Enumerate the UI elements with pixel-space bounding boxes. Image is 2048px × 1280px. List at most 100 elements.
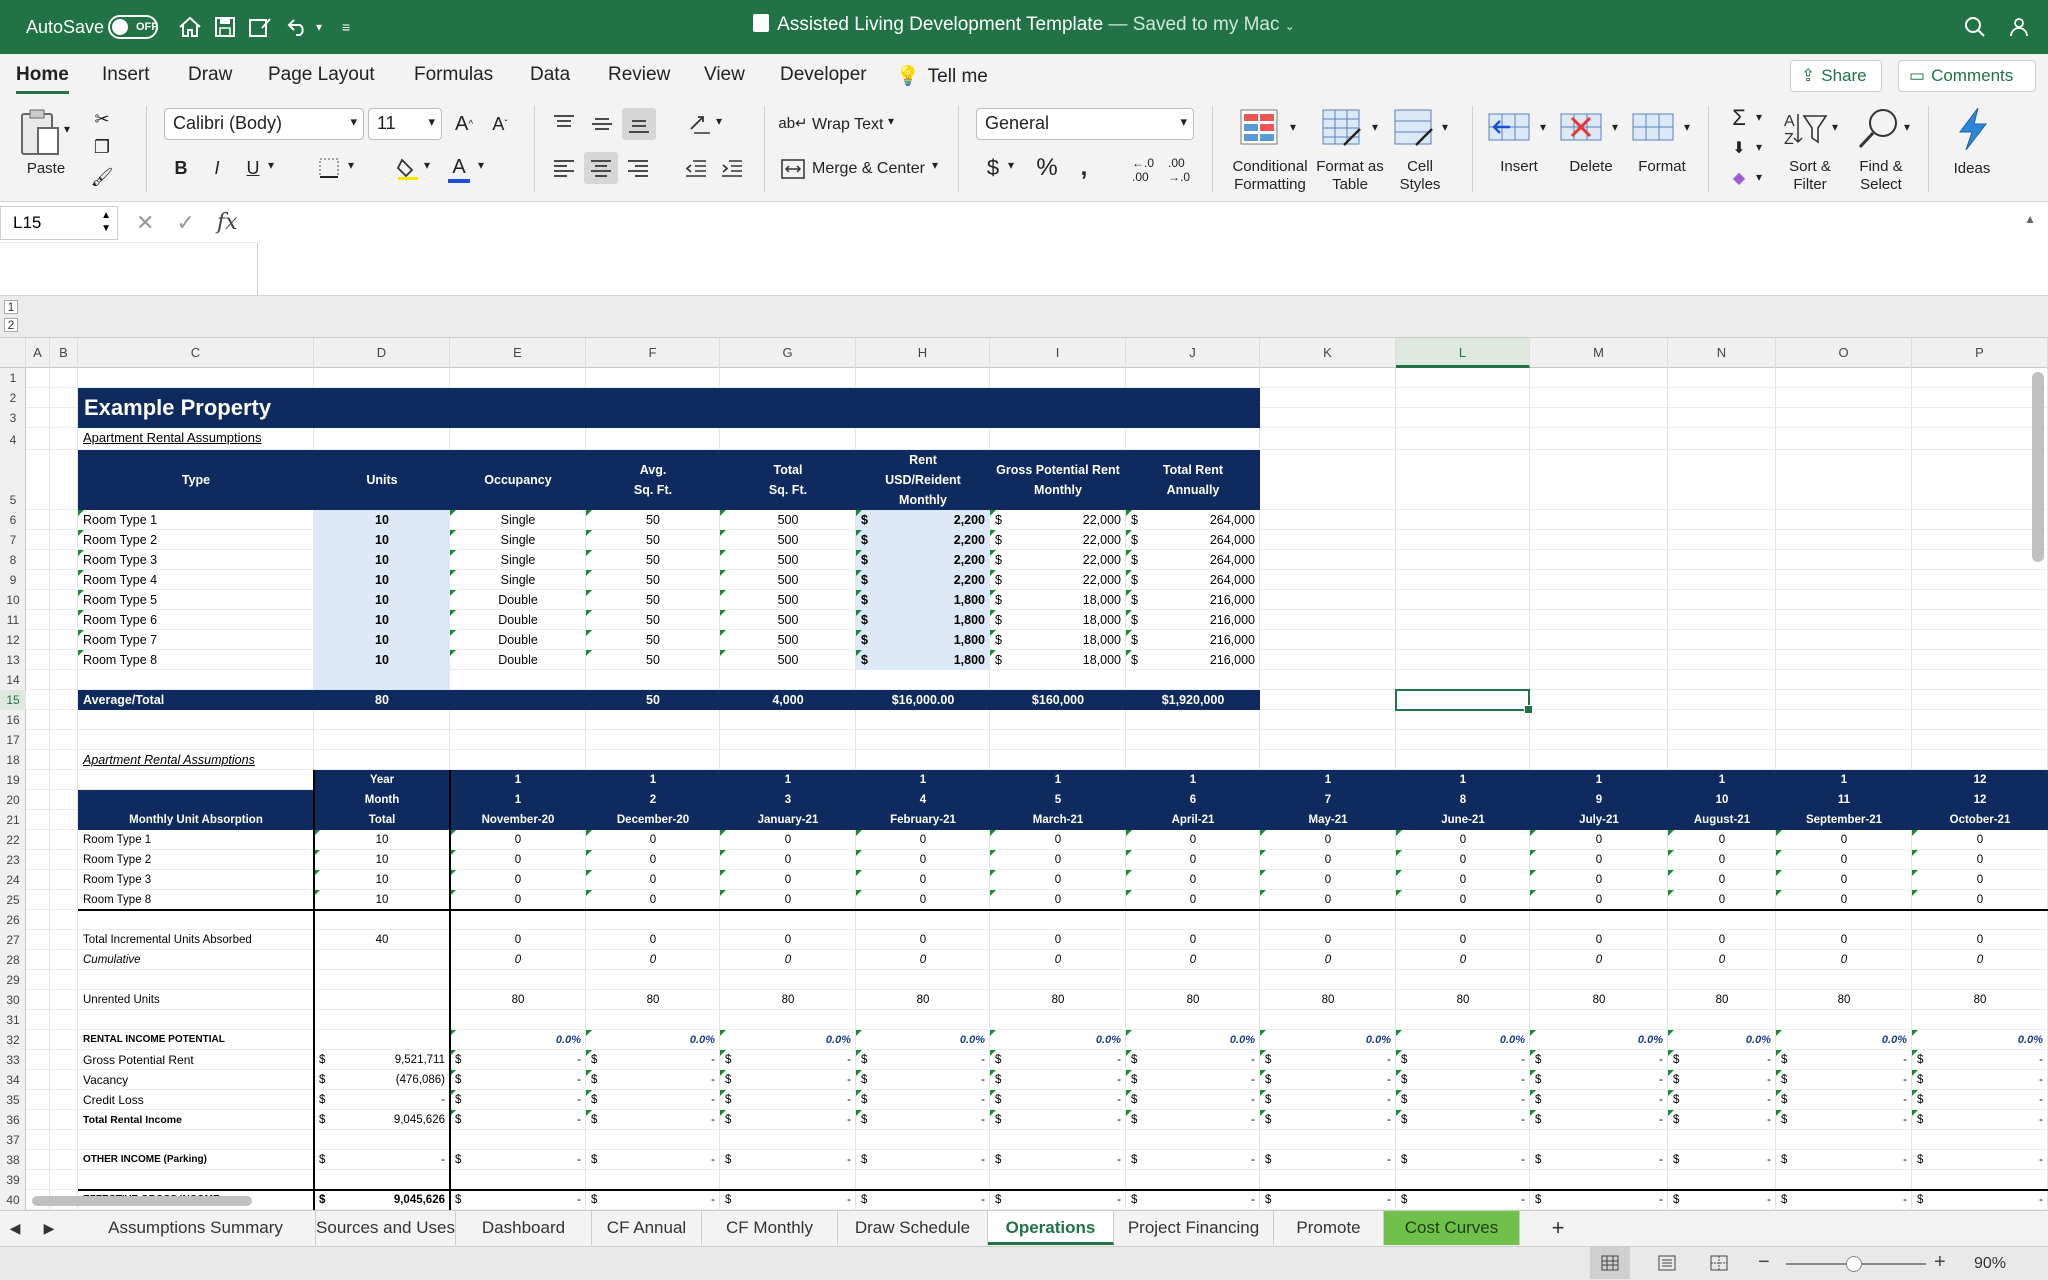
income-value[interactable]: $ - [1126,1050,1260,1070]
total-incremental-label[interactable]: Total Incremental Units Absorbed [78,930,314,950]
conditional-formatting-icon[interactable] [1240,108,1282,148]
room-type-label[interactable]: Room Type 8 [78,650,314,670]
find-select-dropdown-icon[interactable]: ▾ [1904,120,1910,134]
income-value[interactable]: $ - [1668,1070,1776,1090]
total-rent-annually-value[interactable]: $264,000 [1126,570,1260,590]
occupancy-pct-value[interactable]: 0.0% [1530,1030,1668,1050]
absorption-value[interactable]: 0 [586,870,720,890]
absorption-value[interactable]: 0 [1126,850,1260,870]
total-incremental-value[interactable]: 0 [1126,930,1260,950]
other-income-value[interactable]: $ - [1396,1150,1530,1170]
unrented-units-value[interactable]: 80 [1912,990,2048,1010]
row-header-17[interactable]: 17 [0,730,26,750]
column-header-i[interactable]: I [990,338,1126,368]
absorption-value[interactable]: 0 [1776,890,1912,910]
year-value[interactable]: 1 [1126,770,1260,790]
cumulative-value[interactable]: 0 [450,950,586,970]
cumulative-value[interactable]: 0 [856,950,990,970]
income-value[interactable]: $ - [990,1110,1126,1130]
conditional-dropdown-icon[interactable]: ▾ [1290,120,1296,134]
occupancy-value[interactable]: Double [450,650,586,670]
income-value[interactable]: $ - [1396,1110,1530,1130]
fill-dropdown-icon[interactable]: ▾ [1756,140,1762,154]
orientation-dropdown-icon[interactable]: ▾ [716,114,722,128]
year-value[interactable]: 1 [990,770,1126,790]
insert-function-icon[interactable]: fx [217,210,238,236]
row-header-24[interactable]: 24 [0,870,26,890]
absorption-row-total[interactable]: 10 [314,870,450,890]
total-rent-annually-value[interactable]: $216,000 [1126,650,1260,670]
income-value[interactable]: $ - [990,1090,1126,1110]
occupancy-pct-value[interactable]: 0.0% [450,1030,586,1050]
room-type-label[interactable]: Room Type 3 [78,550,314,570]
room-type-label[interactable]: Room Type 1 [78,510,314,530]
year-value[interactable]: 1 [1668,770,1776,790]
tab-home[interactable]: Home [16,64,69,94]
tab-review[interactable]: Review [608,64,670,94]
add-sheet-icon[interactable]: + [1540,1211,1576,1245]
unrented-units-label[interactable]: Unrented Units [78,990,314,1010]
other-income-value[interactable]: $ - [1668,1150,1776,1170]
income-value[interactable]: $ - [990,1050,1126,1070]
find-select-icon[interactable] [1856,106,1902,150]
total-rent-annually[interactable]: $1,920,000 [1126,690,1260,710]
total-incremental-value[interactable]: 0 [1668,930,1776,950]
absorption-row-label[interactable]: Room Type 2 [78,850,314,870]
header-total-rent-annually[interactable]: Total Rent Annually [1126,450,1260,510]
other-income-value[interactable]: $ - [1260,1150,1396,1170]
name-box[interactable]: L15 ▲ ▼ [0,206,118,240]
align-center-icon[interactable] [584,152,618,184]
avg-sqft-value[interactable]: 50 [586,530,720,550]
cumulative-value[interactable]: 0 [1396,950,1530,970]
absorption-value[interactable]: 0 [586,890,720,910]
unrented-units-value[interactable]: 80 [450,990,586,1010]
units-value[interactable]: 10 [314,510,450,530]
occupancy-pct-value[interactable]: 0.0% [1776,1030,1912,1050]
absorption-value[interactable]: 0 [1530,830,1668,850]
avg-sqft-value[interactable]: 50 [586,510,720,530]
tab-draw[interactable]: Draw [188,64,232,94]
absorption-row-total[interactable]: 10 [314,830,450,850]
more-options-icon[interactable] [2008,14,2030,40]
row-header-12[interactable]: 12 [0,630,26,650]
occupancy-value[interactable]: Single [450,570,586,590]
absorption-value[interactable]: 0 [1912,890,2048,910]
delete-dropdown-icon[interactable]: ▾ [1612,120,1618,134]
total-sqft[interactable]: 4,000 [720,690,856,710]
absorption-value[interactable]: 0 [1396,890,1530,910]
income-value[interactable]: $ - [1668,1110,1776,1130]
month-number[interactable]: 11 [1776,790,1912,810]
egi-total[interactable]: $9,045,626 [314,1190,450,1210]
month-name[interactable]: June-21 [1396,810,1530,830]
income-value[interactable]: $ - [856,1090,990,1110]
month-number[interactable]: 3 [720,790,856,810]
income-value[interactable]: $ - [1530,1050,1668,1070]
row-header-40[interactable]: 40 [0,1190,26,1210]
year-value[interactable]: 1 [1260,770,1396,790]
header-occupancy[interactable]: Occupancy [450,450,586,510]
income-value[interactable]: $ - [1668,1050,1776,1070]
income-row-total[interactable]: $9,045,626 [314,1110,450,1130]
absorption-value[interactable]: 0 [1912,830,2048,850]
outline-level-1[interactable]: 1 [4,300,18,314]
chevron-down-icon[interactable]: ⌄ [1285,19,1295,33]
total-incremental-value[interactable]: 0 [720,930,856,950]
month-number[interactable]: 4 [856,790,990,810]
total-incremental-value[interactable]: 0 [1776,930,1912,950]
cumulative-value[interactable]: 0 [1776,950,1912,970]
sheet-tab-cf-annual[interactable]: CF Annual [592,1211,702,1245]
total-incremental-value[interactable]: 0 [586,930,720,950]
avg-sqft-value[interactable]: 50 [586,610,720,630]
income-value[interactable]: $ - [1396,1090,1530,1110]
column-header-m[interactable]: M [1530,338,1668,368]
occupancy-value[interactable]: Single [450,530,586,550]
cumulative-value[interactable]: 0 [1912,950,2048,970]
clear-dropdown-icon[interactable]: ▾ [1756,170,1762,184]
total-rent-annually-value[interactable]: $264,000 [1126,510,1260,530]
income-value[interactable]: $ - [1776,1090,1912,1110]
month-name[interactable]: October-21 [1912,810,2048,830]
year-value[interactable]: 1 [586,770,720,790]
row-header-25[interactable]: 25 [0,890,26,910]
month-number[interactable]: 6 [1126,790,1260,810]
month-name[interactable]: January-21 [720,810,856,830]
